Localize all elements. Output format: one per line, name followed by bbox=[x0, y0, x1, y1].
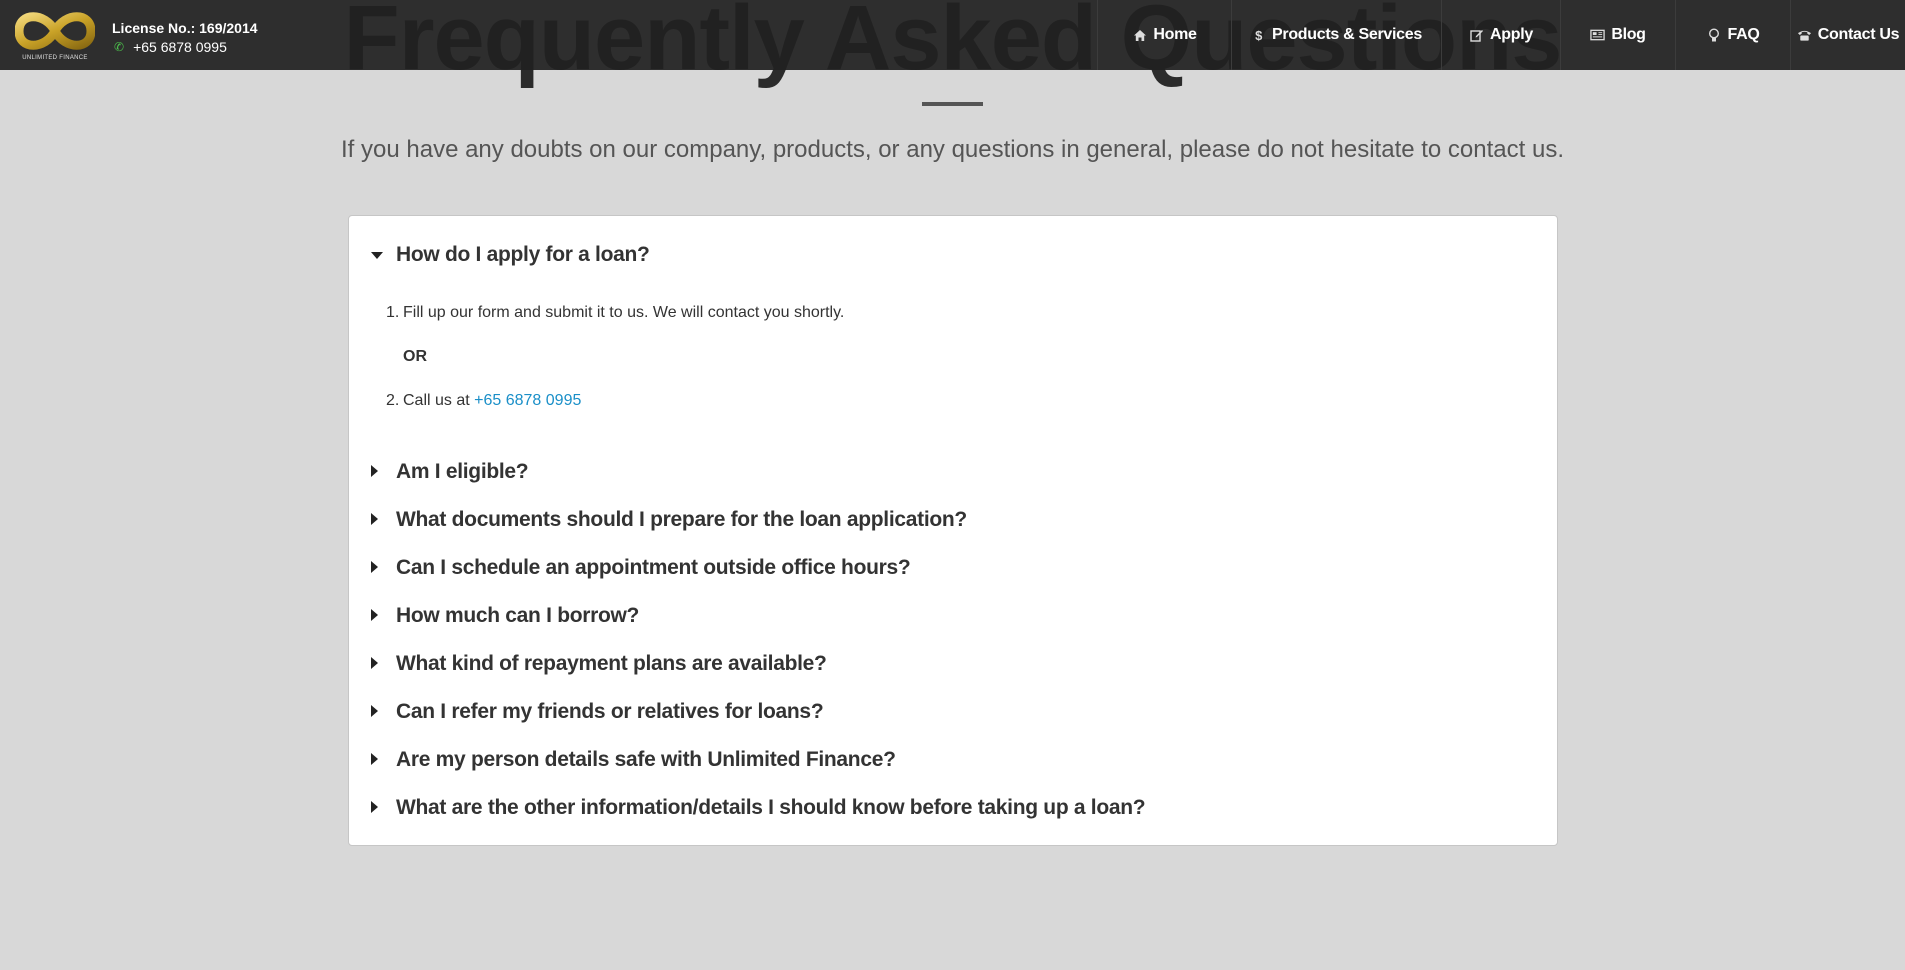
nav-apply[interactable]: Apply bbox=[1441, 0, 1560, 70]
header-phone[interactable]: ✆ +65 6878 0995 bbox=[114, 39, 227, 55]
faq-question-eligible[interactable]: Am I eligible? bbox=[349, 456, 1557, 488]
dollar-icon: $ bbox=[1255, 27, 1262, 43]
caret-right-icon bbox=[371, 513, 378, 525]
faq-question-text: What documents should I prepare for the … bbox=[396, 508, 967, 531]
nav-blog-label: Blog bbox=[1611, 26, 1646, 43]
faq-question-text: What kind of repayment plans are availab… bbox=[396, 652, 827, 675]
infinity-logo-icon bbox=[15, 12, 95, 50]
nav-apply-label: Apply bbox=[1490, 26, 1533, 43]
caret-right-icon bbox=[371, 561, 378, 573]
nav-products-services[interactable]: $ Products & Services bbox=[1231, 0, 1441, 70]
nav-products-label: Products & Services bbox=[1272, 26, 1422, 43]
faq-question-text: How do I apply for a loan? bbox=[396, 243, 650, 266]
faq-question-other-info[interactable]: What are the other information/details I… bbox=[349, 792, 1557, 824]
newspaper-icon bbox=[1590, 28, 1606, 43]
nav-contact-us[interactable]: Contact Us bbox=[1790, 0, 1905, 70]
nav-faq-label: FAQ bbox=[1727, 26, 1760, 43]
faq-question-appointment[interactable]: Can I schedule an appointment outside of… bbox=[349, 552, 1557, 584]
faq-question-documents[interactable]: What documents should I prepare for the … bbox=[349, 504, 1557, 536]
nav-contact-label: Contact Us bbox=[1817, 26, 1900, 43]
caret-right-icon bbox=[371, 801, 378, 813]
main-nav: Home $ Products & Services Apply Blog FA… bbox=[1097, 0, 1905, 70]
faq-question-personal-details[interactable]: Are my person details safe with Unlimite… bbox=[349, 744, 1557, 776]
answer-step-number: 1. bbox=[386, 304, 400, 321]
faq-question-text: Are my person details safe with Unlimite… bbox=[396, 748, 896, 771]
home-icon bbox=[1132, 28, 1147, 43]
top-navbar: UNLIMITED FINANCE License No.: 169/2014 … bbox=[0, 0, 1905, 70]
phone-link[interactable]: +65 6878 0995 bbox=[474, 392, 581, 409]
logo-wordmark: UNLIMITED FINANCE bbox=[22, 55, 88, 61]
telephone-icon bbox=[1797, 28, 1812, 43]
nav-blog[interactable]: Blog bbox=[1560, 0, 1675, 70]
faq-question-borrow[interactable]: How much can I borrow? bbox=[349, 600, 1557, 632]
brand-logo[interactable]: UNLIMITED FINANCE bbox=[15, 6, 95, 64]
caret-right-icon bbox=[371, 609, 378, 621]
faq-question-text: Can I schedule an appointment outside of… bbox=[396, 556, 911, 579]
faq-question-repayment[interactable]: What kind of repayment plans are availab… bbox=[349, 648, 1557, 680]
edit-icon bbox=[1469, 28, 1484, 43]
caret-right-icon bbox=[371, 465, 378, 477]
answer-step-2-text: Call us at bbox=[403, 392, 475, 409]
faq-question-text: Am I eligible? bbox=[396, 460, 529, 483]
answer-step-number: 2. bbox=[386, 392, 400, 409]
answer-or: OR bbox=[403, 348, 427, 365]
lightbulb-icon bbox=[1707, 27, 1722, 43]
nav-home-label: Home bbox=[1153, 26, 1197, 43]
faq-question-text: Can I refer my friends or relatives for … bbox=[396, 700, 824, 723]
title-divider bbox=[922, 102, 983, 106]
phone-icon: ✆ bbox=[114, 40, 125, 54]
faq-accordion: How do I apply for a loan? 1. Fill up ou… bbox=[348, 215, 1558, 846]
answer-step-1: Fill up our form and submit it to us. We… bbox=[403, 304, 845, 321]
caret-right-icon bbox=[371, 705, 378, 717]
nav-faq[interactable]: FAQ bbox=[1675, 0, 1790, 70]
caret-down-icon bbox=[371, 252, 383, 259]
license-number: License No.: 169/2014 bbox=[112, 20, 258, 36]
header-phone-number: +65 6878 0995 bbox=[133, 39, 227, 55]
answer-step-2: Call us at +65 6878 0995 bbox=[403, 392, 581, 410]
faq-question-text: How much can I borrow? bbox=[396, 604, 640, 627]
faq-question-apply[interactable]: How do I apply for a loan? bbox=[349, 239, 1557, 271]
caret-right-icon bbox=[371, 657, 378, 669]
faq-question-refer[interactable]: Can I refer my friends or relatives for … bbox=[349, 696, 1557, 728]
caret-right-icon bbox=[371, 753, 378, 765]
page-subtitle: If you have any doubts on our company, p… bbox=[341, 136, 1564, 163]
nav-home[interactable]: Home bbox=[1097, 0, 1231, 70]
faq-question-text: What are the other information/details I… bbox=[396, 796, 1146, 819]
